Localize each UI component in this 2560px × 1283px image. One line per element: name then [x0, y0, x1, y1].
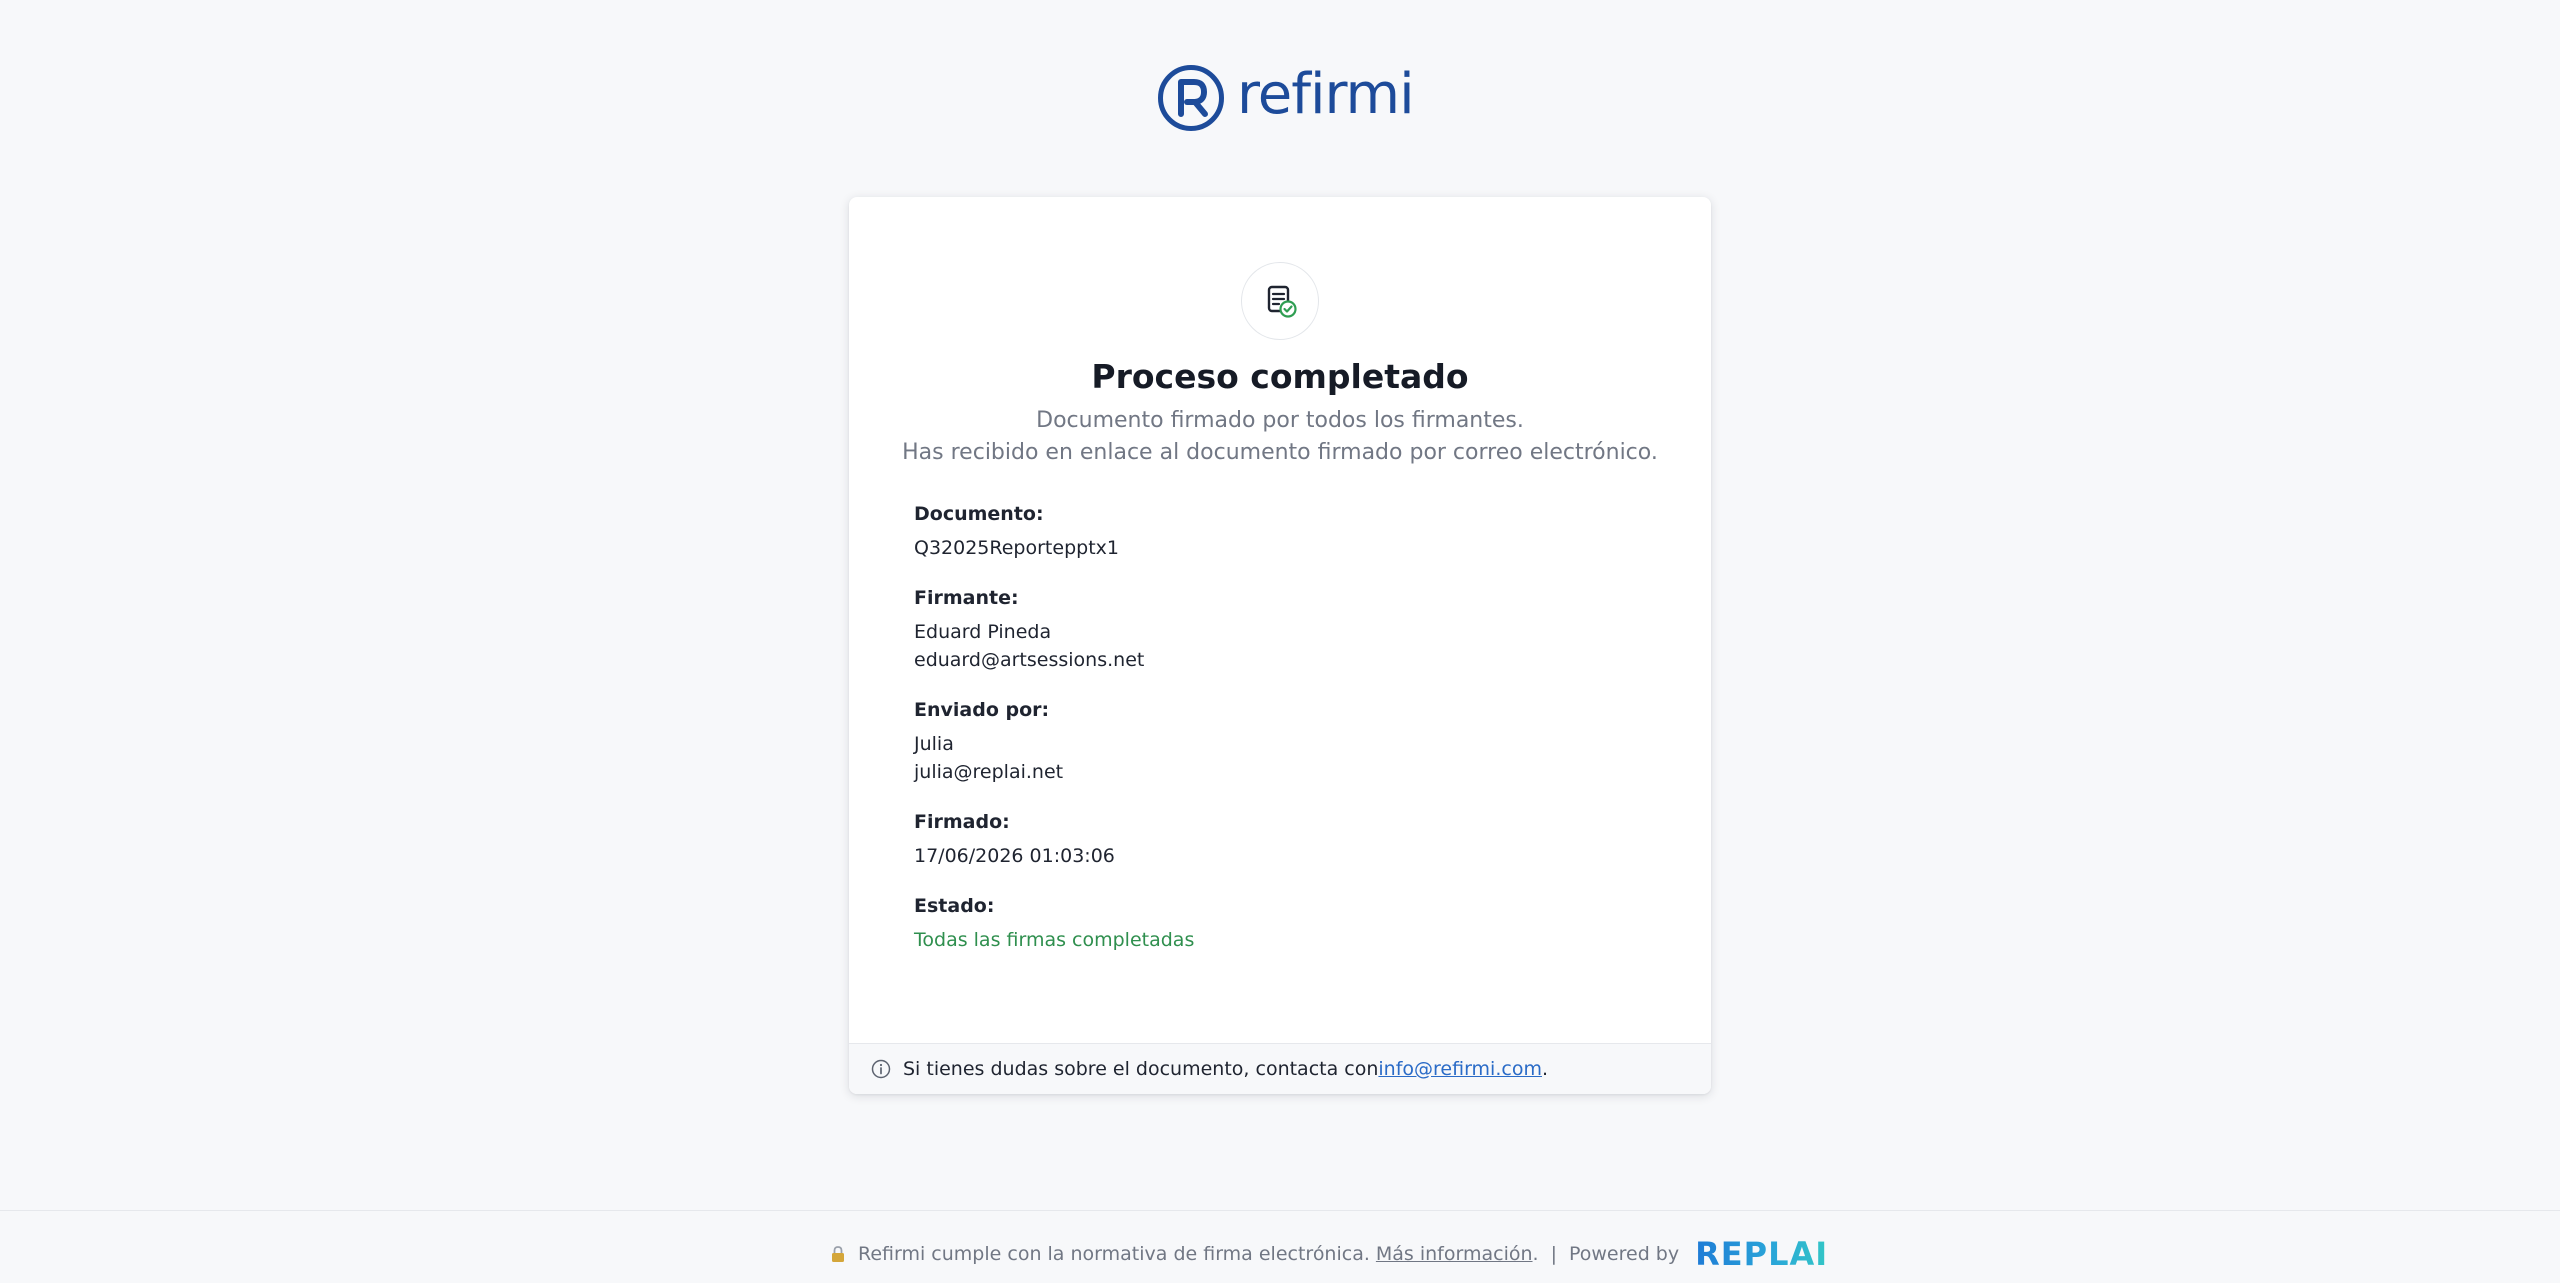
- signer-label: Firmante:: [914, 587, 1019, 609]
- subtitle-line-1: Documento firmado por todos los firmante…: [1036, 408, 1524, 433]
- card-footer: Si tienes dudas sobre el documento, cont…: [849, 1043, 1711, 1094]
- lock-icon: [832, 1246, 844, 1262]
- sent-by-name: Julia: [914, 733, 954, 755]
- footer-suffix: .: [1541, 1058, 1549, 1080]
- powered-by-text: Powered by: [1568, 1243, 1680, 1265]
- compliance-text: Refirmi cumple con la normativa de firma…: [858, 1243, 1370, 1265]
- contact-email-link[interactable]: info@refirmi.com: [1378, 1058, 1542, 1080]
- document-check-icon: [1241, 262, 1319, 340]
- signer-email: eduard@artsessions.net: [914, 649, 1145, 671]
- status-label: Estado:: [914, 895, 995, 917]
- status-value: Todas las firmas completadas: [914, 929, 1195, 951]
- bottom-bar: Refirmi cumple con la normativa de firma…: [0, 1210, 2560, 1283]
- refirmi-logo[interactable]: refirmi: [1157, 62, 1415, 132]
- page-title: Proceso completado: [1091, 357, 1469, 396]
- more-info-link[interactable]: Más información: [1376, 1243, 1533, 1265]
- page: refirmi Proceso completado Documento fir…: [0, 0, 2560, 1283]
- after-link-text: .: [1532, 1243, 1539, 1265]
- subtitle-line-2: Has recibido en enlace al documento firm…: [902, 440, 1658, 465]
- info-icon: [871, 1059, 891, 1079]
- replai-logo[interactable]: REPLAI: [1695, 1238, 1828, 1270]
- separator: |: [1550, 1243, 1557, 1265]
- sent-by-email: julia@replai.net: [914, 761, 1064, 783]
- document-value: Q32025Reportepptx1: [914, 537, 1119, 559]
- signer-name: Eduard Pineda: [914, 621, 1052, 643]
- sent-by-label: Enviado por:: [914, 699, 1050, 721]
- signed-label: Firmado:: [914, 811, 1010, 833]
- completion-card: Proceso completado Documento firmado por…: [849, 197, 1711, 1094]
- footer-text: Si tienes dudas sobre el documento, cont…: [903, 1058, 1379, 1080]
- document-label: Documento:: [914, 503, 1044, 525]
- signed-date: 17/06/2026 01:03:06: [914, 845, 1115, 867]
- compliance-notice: Refirmi cumple con la normativa de firma…: [830, 1238, 1828, 1270]
- logo-text: refirmi: [1237, 62, 1415, 127]
- refirmi-r-icon: [1158, 65, 1224, 131]
